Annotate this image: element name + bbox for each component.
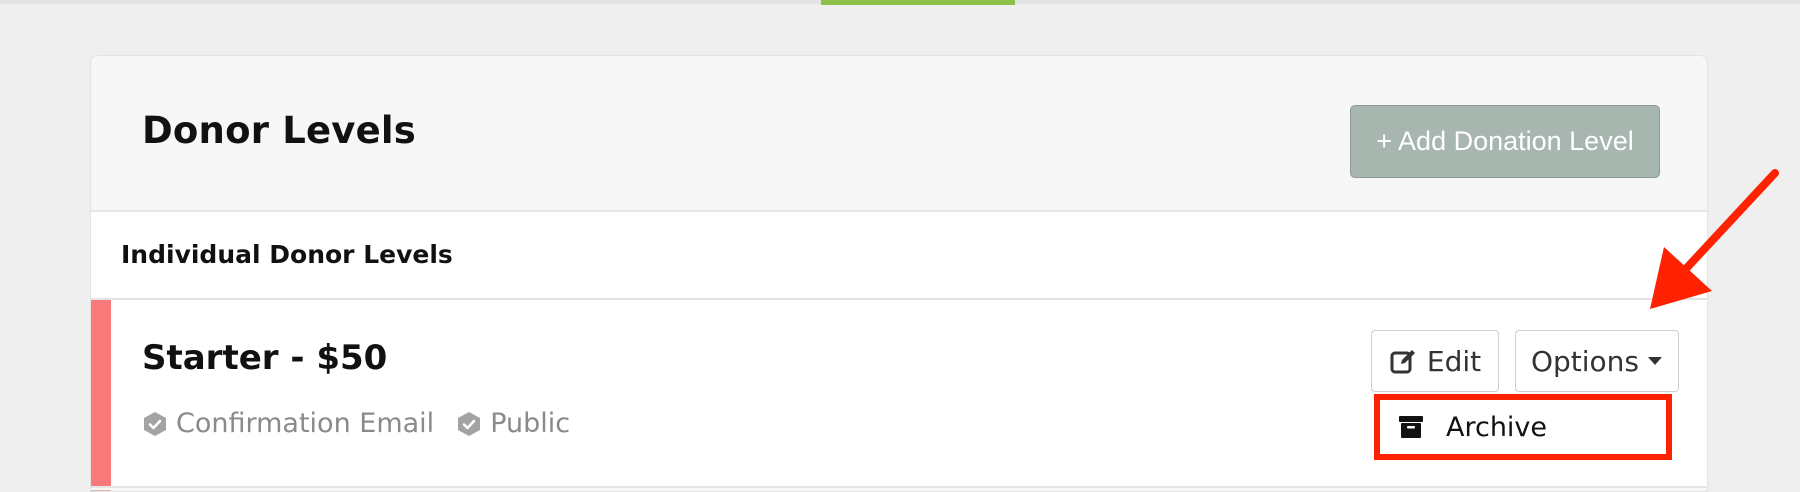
check-badge-icon bbox=[142, 411, 168, 437]
tag-label: Public bbox=[490, 408, 571, 439]
edit-button[interactable]: Edit bbox=[1371, 330, 1499, 392]
edit-button-label: Edit bbox=[1426, 344, 1482, 378]
options-button-label: Options bbox=[1530, 344, 1640, 378]
card-header: Donor Levels + Add Donation Level bbox=[91, 56, 1707, 212]
edit-icon bbox=[1389, 347, 1417, 375]
donor-levels-card: Donor Levels + Add Donation Level Indivi… bbox=[90, 55, 1708, 492]
level-color-bar bbox=[91, 300, 111, 486]
tag-confirmation-email: Confirmation Email bbox=[142, 408, 434, 439]
options-dropdown-button[interactable]: Options bbox=[1515, 330, 1679, 392]
menu-item-archive[interactable]: Archive bbox=[1374, 394, 1672, 460]
section-header: Individual Donor Levels bbox=[91, 212, 1707, 300]
check-badge-icon bbox=[456, 411, 482, 437]
level-title: Starter - $50 bbox=[142, 338, 388, 378]
section-title: Individual Donor Levels bbox=[121, 240, 453, 269]
page-title: Donor Levels bbox=[142, 109, 417, 152]
active-tab-indicator bbox=[821, 0, 1015, 5]
archive-icon bbox=[1398, 414, 1424, 440]
tag-public: Public bbox=[456, 408, 570, 439]
level-tags: Confirmation Email Public bbox=[142, 408, 592, 439]
menu-item-label: Archive bbox=[1446, 411, 1548, 443]
donor-level-row: Starter - $50 Confirmation Email Public … bbox=[91, 300, 1707, 488]
tag-label: Confirmation Email bbox=[176, 408, 435, 439]
add-donation-level-button[interactable]: + Add Donation Level bbox=[1350, 105, 1660, 178]
caret-down-icon bbox=[1647, 356, 1663, 366]
